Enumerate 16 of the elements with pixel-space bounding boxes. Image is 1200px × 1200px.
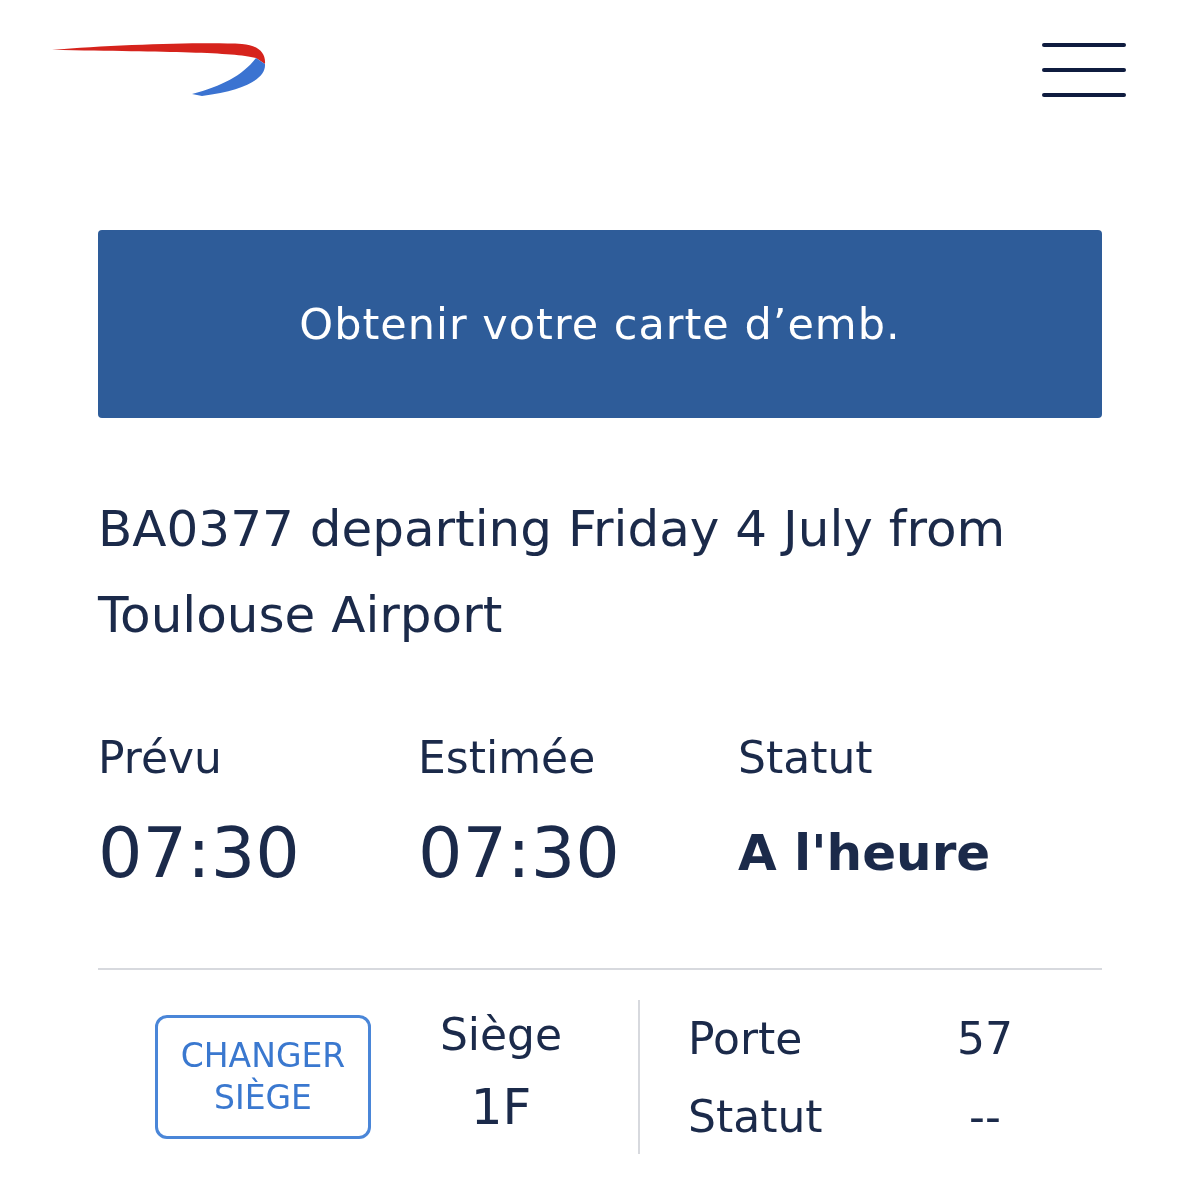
column-label: Statut — [738, 731, 874, 785]
seat-number: 1F — [470, 1077, 532, 1138]
column-label: Estimée — [418, 731, 597, 785]
flight-summary: BA0377 departing Friday 4 July from Toulouse Airport — [98, 499, 1007, 646]
column-label: Prévu — [98, 731, 223, 785]
change-seat-button[interactable]: CHANGER SIÈGE — [155, 1015, 371, 1139]
boarding-pass-button[interactable]: Obtenir votre carte d’emb. — [98, 230, 1102, 418]
menu-icon[interactable] — [1042, 43, 1126, 97]
time-value: 07:30 — [98, 811, 301, 896]
info-value: -- — [968, 1090, 1002, 1144]
time-value: 07:30 — [418, 811, 621, 896]
flight-status: A l'heure — [738, 823, 992, 884]
info-label: Porte — [688, 1012, 803, 1066]
info-value: 57 — [956, 1012, 1014, 1066]
seat-label: Siège — [439, 1008, 563, 1062]
info-label: Statut — [688, 1090, 823, 1144]
